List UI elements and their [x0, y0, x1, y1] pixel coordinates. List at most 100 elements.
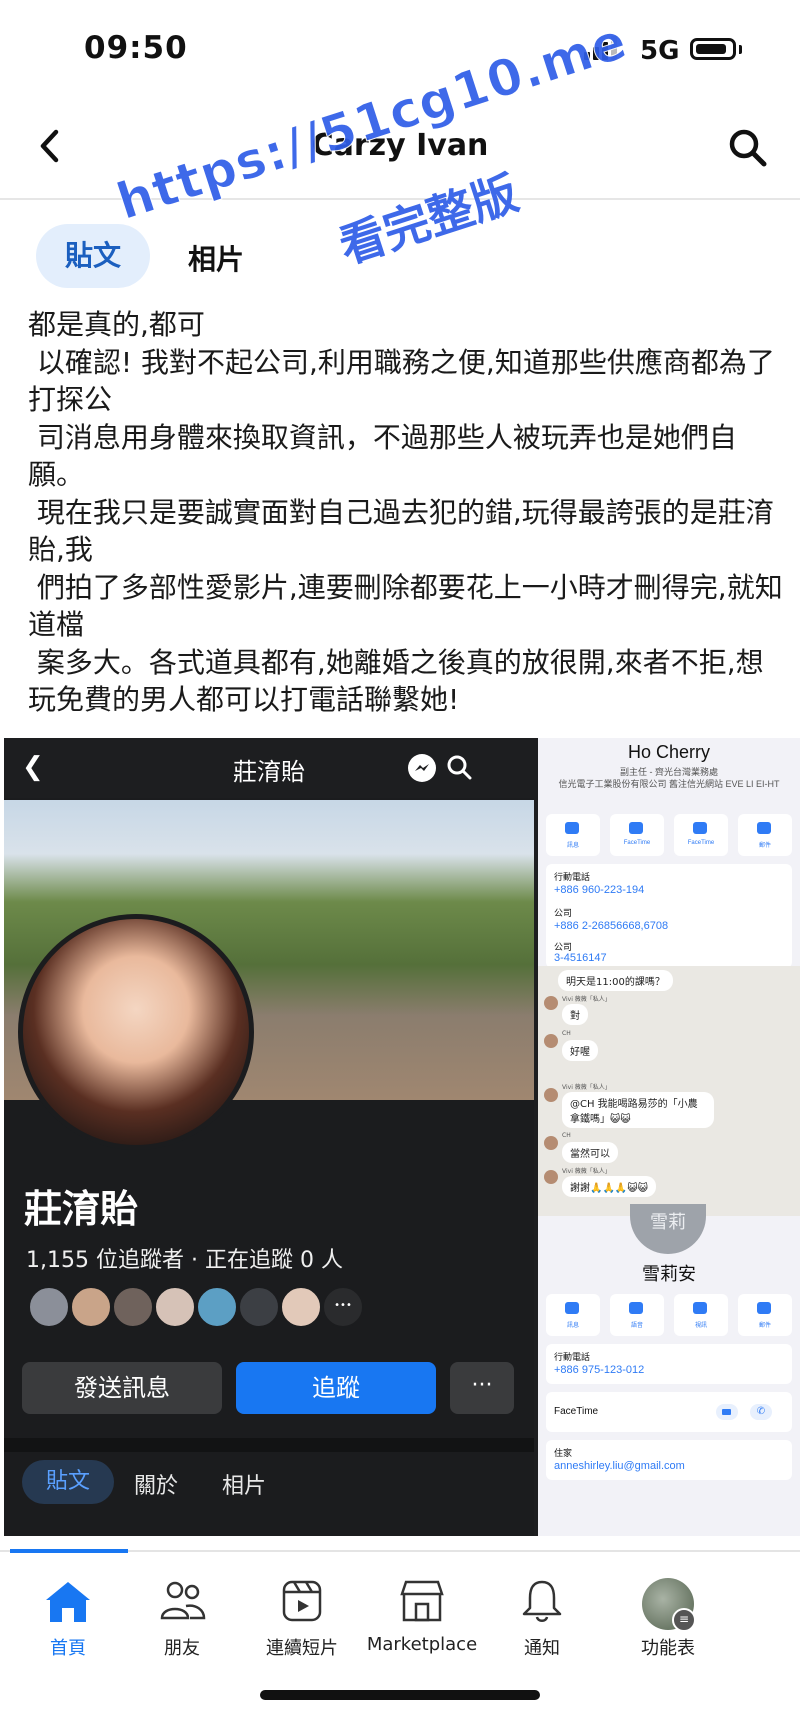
chat-sender: CH [562, 1132, 571, 1139]
profile-avatar [18, 914, 254, 1150]
action-label: 郵件 [758, 1323, 771, 1329]
search-icon[interactable] [728, 128, 768, 172]
watermark-text: 看完整版 [332, 165, 525, 274]
friend-avatar [154, 1286, 196, 1328]
tab-label: Marketplace [366, 1634, 478, 1655]
contact-mobile: 行動電話 +886 975-123-012 [546, 1344, 792, 1384]
post-text: 都是真的,都可 以確認! 我對不起公司,利用職務之便,知道那些供應商都為了打探公… [28, 308, 783, 716]
chat-sender: CH [562, 1030, 571, 1037]
chat-bubble: 明天是11:00的課嗎？ [558, 970, 673, 991]
field-label: 行動電話 [554, 872, 591, 882]
bottom-tab-friends[interactable]: 朋友 [122, 1578, 242, 1660]
field-value: 3-4516147 [554, 952, 607, 964]
bottom-tab-reels[interactable]: 連續短片 [242, 1578, 362, 1660]
field-value: +886 2-26856668,6708 [554, 920, 669, 932]
profile-divider [4, 1438, 534, 1452]
field-value: +886 960-223-194 [554, 884, 645, 896]
more-options-button: ··· [450, 1362, 514, 1414]
messenger-icon [408, 754, 436, 782]
contact-actions: 訊息 FaceTime FaceTime 郵件 [546, 814, 792, 856]
active-tab-indicator [10, 1549, 128, 1553]
chat-bubble: 對 [562, 1004, 588, 1025]
contact-screenshots: Ho Cherry 副主任 - 齊光台灣業務處 信光電子工業股份有限公司 舊注信… [538, 738, 800, 1536]
chat-bubble: 當然可以 [562, 1142, 618, 1163]
post-image[interactable]: ❮ 莊淯貽 莊淯貽 1,155 位追蹤者 · 正在追蹤 0 人 ••• 發送訊息… [4, 738, 800, 1536]
bell-icon [522, 1580, 562, 1622]
tab-label: 首頁 [50, 1638, 86, 1659]
marketplace-icon [400, 1580, 444, 1622]
contact-subtitle: 副主任 - 齊光台灣業務處 信光電子工業股份有限公司 舊注信光網站 EVE LI… [558, 767, 780, 789]
friend-avatar [280, 1286, 322, 1328]
field-value: anneshirley.liu@gmail.com [554, 1460, 685, 1472]
profile-tab-about: 關於 [134, 1474, 179, 1499]
action-label: 訊息 [566, 843, 579, 849]
action-label: FaceTime [687, 840, 715, 846]
home-icon [46, 1582, 90, 1622]
action-label: 訊息 [566, 1323, 579, 1329]
chat-bubble: @CH 我能喝路易莎的「小農拿鐵嗎」😺😺 [562, 1092, 714, 1128]
profile-screenshot-header: ❮ 莊淯貽 [4, 738, 534, 798]
contact-avatar-text: 雪莉 [650, 1212, 686, 1232]
bottom-tab-marketplace[interactable]: Marketplace [362, 1578, 482, 1655]
battery-tip [739, 45, 742, 54]
chat-screenshot: 明天是11:00的課嗎？ Vivi 薇薇「私人」 對 CH 好喔 Vivi 薇薇… [538, 966, 800, 1216]
chat-bubble: 好喔 [562, 1040, 598, 1061]
field-label: 公司 [554, 908, 573, 918]
tab-label: 通知 [524, 1638, 560, 1659]
contact-actions: 訊息 語音 視訊 郵件 [546, 1294, 792, 1336]
field-value: +886 975-123-012 [554, 1364, 645, 1376]
field-label: 住家 [554, 1448, 573, 1458]
chat-avatar [544, 996, 558, 1010]
action-label: 視訊 [694, 1323, 707, 1329]
send-message-button: 發送訊息 [22, 1362, 222, 1414]
menu-icon: ≡ [672, 1608, 696, 1632]
more-friends-icon: ••• [322, 1286, 364, 1328]
bottom-tab-notifications[interactable]: 通知 [482, 1578, 602, 1660]
contact-home: 住家 anneshirley.liu@gmail.com [546, 1440, 792, 1480]
chat-avatar [544, 1136, 558, 1150]
profile-search-icon [446, 754, 472, 784]
contact-fields: 行動電話 +886 960-223-194 公司 +886 2-26856668… [546, 864, 792, 968]
profile-name: 莊淯貽 [24, 1187, 139, 1231]
chat-sender: Vivi 薇薇「私人」 [562, 1168, 611, 1175]
chat-avatar [544, 1088, 558, 1102]
battery-icon [690, 38, 736, 60]
contact-name: 雪莉安 [642, 1264, 696, 1285]
action-label: 語音 [630, 1323, 643, 1329]
chat-sender: Vivi 薇薇「私人」 [562, 996, 611, 1003]
friend-avatar [28, 1286, 70, 1328]
reels-icon [282, 1580, 322, 1622]
friend-avatar [238, 1286, 280, 1328]
friend-avatar [196, 1286, 238, 1328]
tab-label: 功能表 [641, 1638, 695, 1659]
profile-followers: 1,155 位追蹤者 · 正在追蹤 0 人 [26, 1248, 343, 1273]
tab-label: 朋友 [164, 1638, 200, 1659]
contact-name: Ho Cherry [627, 742, 711, 762]
tab-photos[interactable]: 相片 [188, 238, 244, 278]
bottom-tab-home[interactable]: 首頁 [8, 1578, 128, 1660]
network-type: 5G [640, 36, 680, 66]
follow-button: 追蹤 [236, 1362, 436, 1414]
chat-avatar [544, 1034, 558, 1048]
tab-label: 連續短片 [266, 1638, 338, 1659]
action-label: 郵件 [758, 843, 771, 849]
chat-bubble: 謝謝🙏🙏🙏😺😺 [562, 1176, 657, 1197]
field-label: 行動電話 [554, 1352, 591, 1362]
phone-icon: ✆ [750, 1404, 772, 1420]
contact-facetime: FaceTime ✆ [546, 1392, 792, 1432]
friends-icon [160, 1581, 206, 1620]
chat-avatar [544, 1170, 558, 1184]
video-icon [716, 1404, 738, 1420]
profile-tab-posts: 貼文 [22, 1460, 114, 1504]
status-time: 09:50 [84, 30, 188, 66]
menu-avatar: ≡ [642, 1578, 696, 1632]
chat-sender: Vivi 薇薇「私人」 [562, 1084, 611, 1091]
friend-avatar [70, 1286, 112, 1328]
action-label: FaceTime [623, 840, 651, 846]
profile-tab-photos: 相片 [222, 1474, 267, 1499]
field-label: FaceTime [554, 1406, 599, 1417]
friend-avatar [112, 1286, 154, 1328]
tab-posts[interactable]: 貼文 [36, 224, 150, 288]
bottom-tab-menu[interactable]: ≡ 功能表 [608, 1578, 728, 1660]
profile-screenshot: ❮ 莊淯貽 莊淯貽 1,155 位追蹤者 · 正在追蹤 0 人 ••• 發送訊息… [4, 738, 534, 1536]
